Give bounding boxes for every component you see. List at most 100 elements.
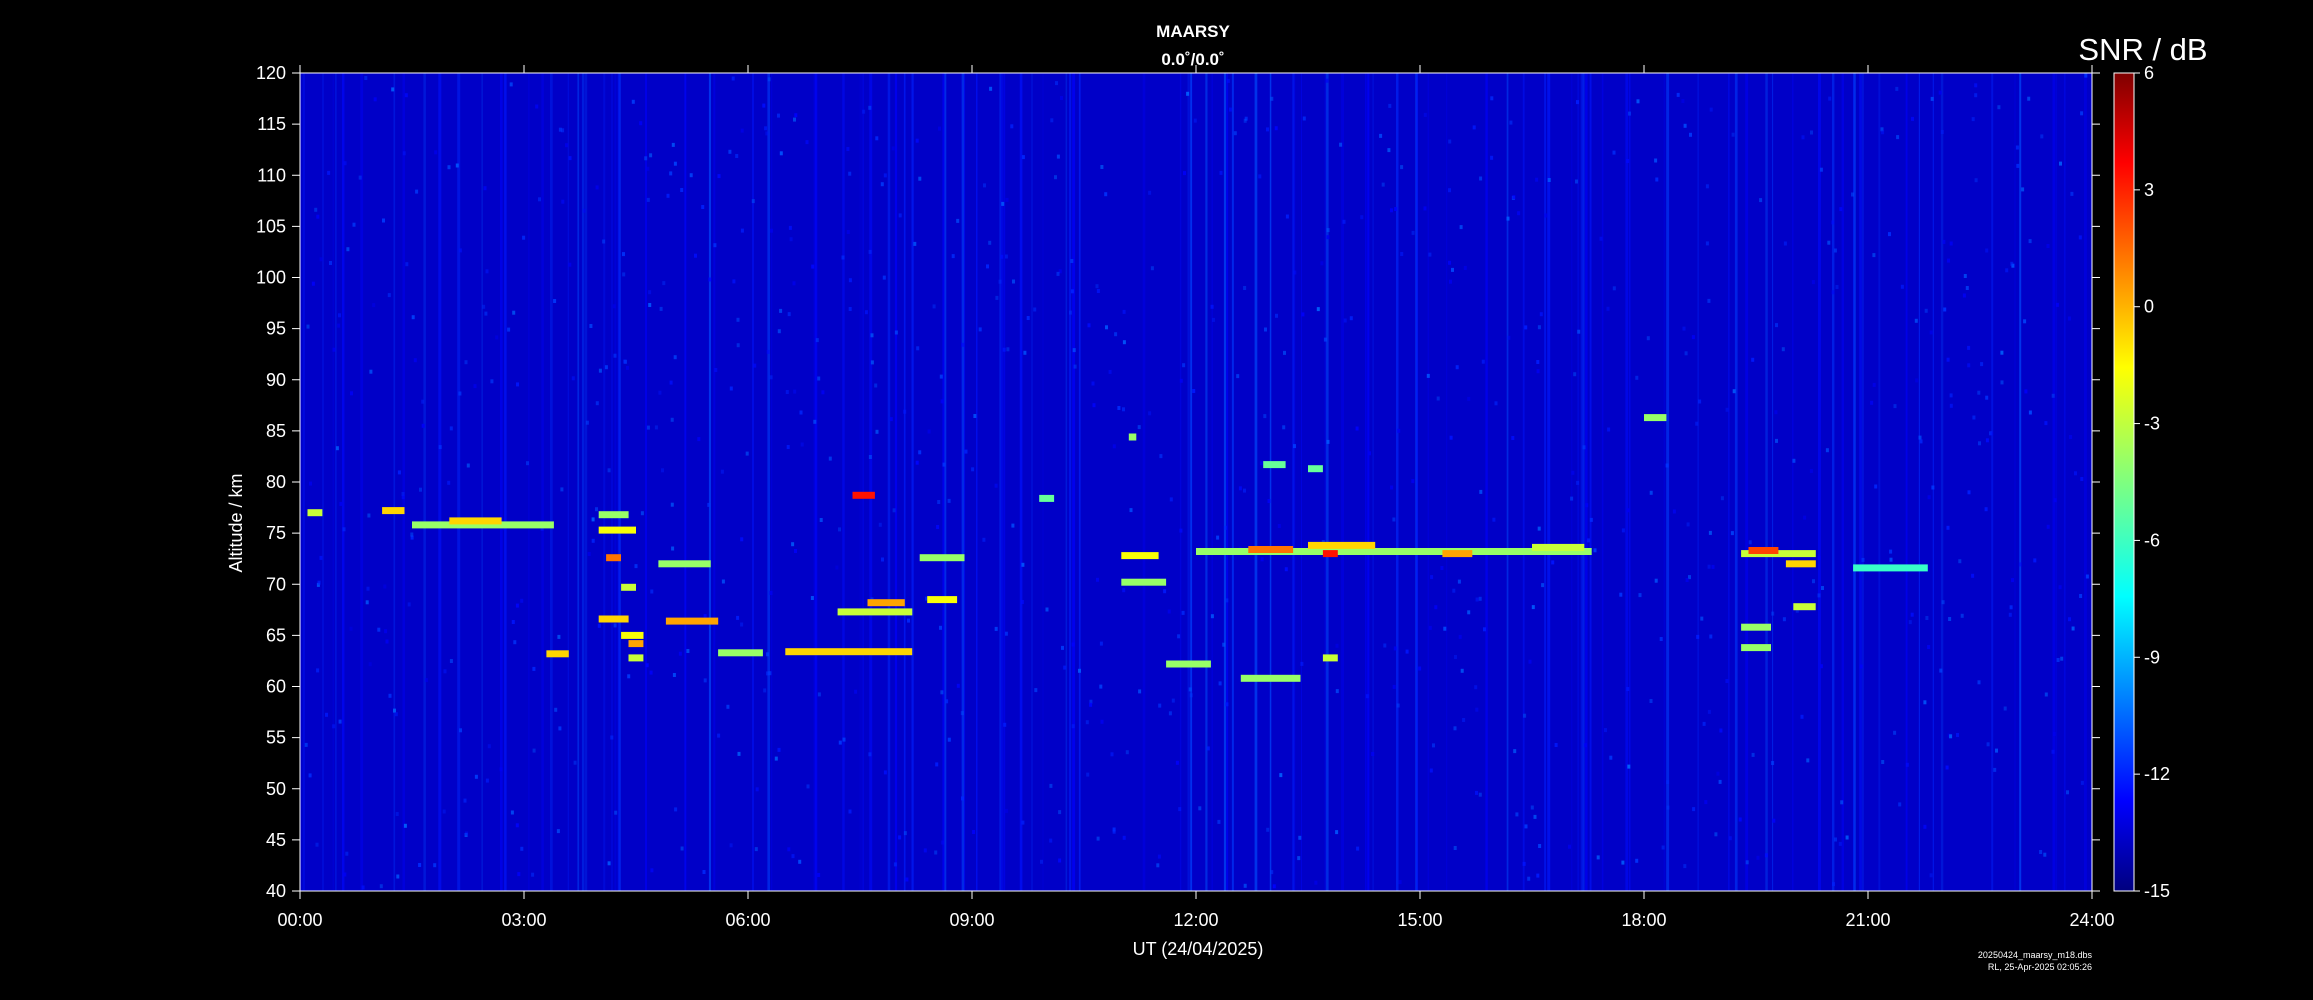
noise-speck (1522, 861, 1526, 866)
noise-speck (1587, 538, 1591, 543)
noise-speck (1568, 844, 1571, 849)
noise-speck (421, 399, 425, 404)
noise-speck (1243, 488, 1246, 493)
noise-speck (1619, 592, 1623, 597)
noise-speck (650, 589, 654, 594)
noise-speck (1054, 175, 1057, 180)
noise-speck (669, 380, 673, 385)
noise-speck (1266, 827, 1270, 832)
noise-speck (350, 391, 353, 396)
noise-speck (868, 752, 872, 757)
noise-speck (1049, 838, 1053, 843)
noise-speck (1270, 870, 1274, 875)
noise-streak (942, 73, 945, 891)
noise-speck (854, 689, 858, 694)
noise-speck (838, 527, 841, 532)
noise-speck (892, 508, 896, 513)
noise-speck (1210, 614, 1214, 619)
noise-speck (1972, 415, 1976, 420)
noise-speck (736, 317, 740, 322)
y-axis-label: Altitude / km (226, 473, 246, 572)
noise-speck (945, 699, 949, 704)
noise-speck (2000, 350, 2004, 355)
noise-speck (1175, 760, 1179, 765)
noise-speck (1941, 600, 1945, 605)
noise-streak (1932, 73, 1934, 891)
noise-speck (395, 812, 399, 816)
noise-speck (1583, 743, 1587, 748)
noise-speck (893, 862, 897, 867)
y-tick-label: 120 (256, 63, 286, 83)
noise-speck (1475, 707, 1479, 712)
noise-speck (951, 254, 955, 259)
noise-streak (438, 73, 442, 891)
noise-streak (842, 73, 845, 891)
noise-speck (1335, 643, 1339, 648)
noise-speck (1478, 792, 1482, 797)
noise-speck (487, 744, 491, 749)
echo-patch (837, 608, 913, 616)
noise-speck (1646, 336, 1650, 341)
y-tick-label: 70 (266, 574, 286, 594)
noise-speck (1538, 844, 1542, 848)
noise-speck (1398, 880, 1402, 885)
noise-speck (1536, 360, 1540, 364)
noise-speck (304, 742, 308, 747)
noise-speck (1259, 461, 1263, 466)
y-tick-label: 115 (257, 114, 286, 134)
noise-speck (1096, 577, 1099, 582)
noise-speck (1573, 372, 1577, 377)
noise-speck (1834, 837, 1837, 842)
noise-speck (673, 161, 677, 166)
noise-speck (2080, 111, 2084, 116)
noise-speck (961, 342, 965, 347)
noise-speck (1050, 118, 1054, 123)
noise-speck (1096, 289, 1100, 293)
noise-speck (916, 346, 920, 351)
noise-speck (1915, 378, 1919, 383)
noise-speck (1962, 293, 1966, 298)
noise-speck (1827, 240, 1831, 245)
noise-speck (745, 451, 749, 456)
noise-speck (935, 762, 939, 767)
noise-speck (1236, 374, 1240, 379)
noise-speck (821, 390, 825, 395)
noise-speck (585, 420, 589, 425)
noise-speck (1539, 312, 1543, 317)
noise-speck (526, 461, 529, 466)
noise-speck (1689, 132, 1692, 137)
noise-speck (627, 674, 631, 679)
noise-speck (1429, 768, 1433, 773)
noise-speck (595, 401, 599, 406)
noise-speck (1063, 665, 1067, 670)
noise-speck (410, 532, 414, 537)
noise-speck (415, 189, 419, 194)
noise-speck (1939, 668, 1943, 673)
noise-speck (994, 483, 998, 488)
noise-speck (2008, 612, 2012, 617)
footer-filename: 20250424_maarsy_m18.dbs (1978, 950, 2093, 960)
noise-speck (1700, 616, 1704, 621)
echo-patch (658, 560, 711, 568)
noise-speck (915, 460, 919, 465)
noise-streak (550, 73, 553, 891)
noise-speck (1099, 641, 1103, 646)
noise-speck (1178, 807, 1182, 812)
noise-speck (835, 565, 839, 570)
noise-speck (597, 623, 601, 628)
noise-speck (1394, 207, 1398, 211)
y-tick-label: 50 (266, 779, 286, 799)
noise-speck (779, 151, 783, 156)
noise-speck (560, 487, 564, 492)
noise-speck (1396, 703, 1400, 708)
noise-speck (1821, 586, 1824, 590)
noise-streak (1582, 73, 1585, 891)
noise-speck (729, 386, 733, 391)
noise-speck (1654, 578, 1658, 583)
noise-speck (532, 666, 536, 671)
noise-streak (859, 73, 863, 891)
noise-speck (1474, 685, 1478, 690)
noise-streak (713, 73, 716, 891)
noise-streak (1427, 73, 1430, 891)
noise-speck (670, 417, 674, 422)
